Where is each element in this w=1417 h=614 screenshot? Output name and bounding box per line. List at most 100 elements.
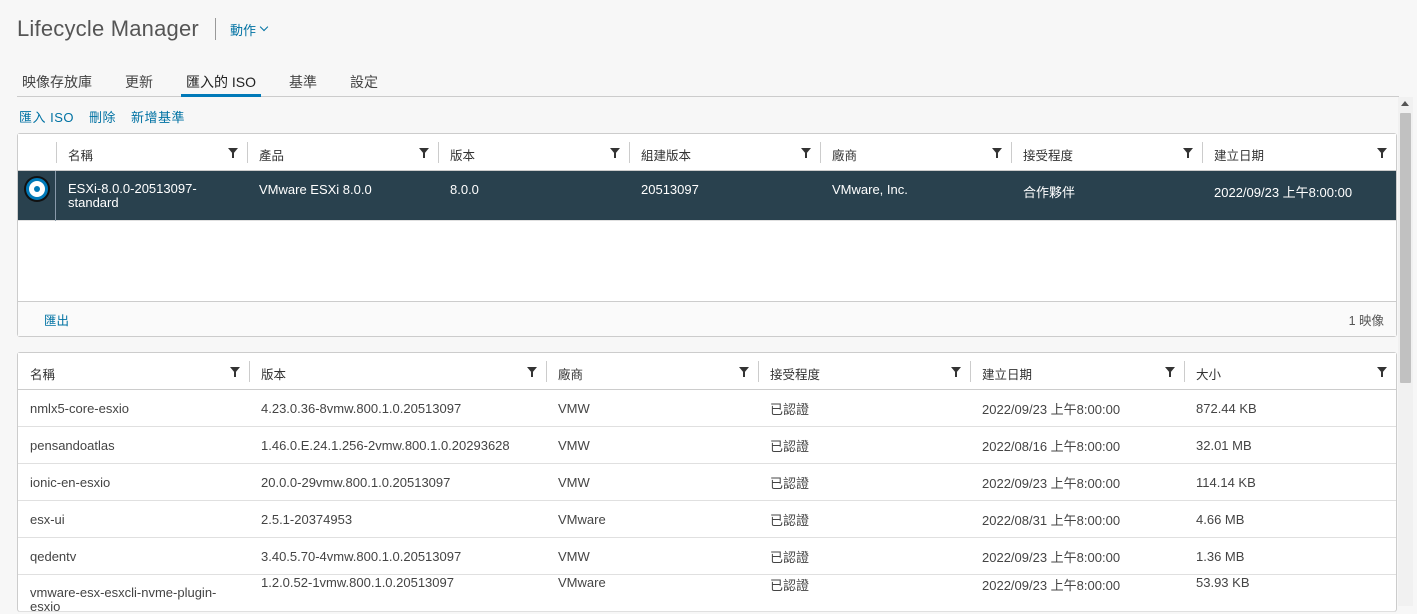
iso-created-cell: 2022/09/23 上午8:00:00 bbox=[1214, 185, 1353, 200]
filter-icon[interactable] bbox=[527, 367, 537, 377]
column-header-acceptance[interactable]: 接受程度 bbox=[1011, 134, 1202, 170]
component-created-cell: 2022/08/16 上午8:00:00 bbox=[982, 438, 1121, 454]
component-version-cell: 1.2.0.52-1vmw.800.1.0.20513097 bbox=[261, 575, 454, 590]
iso-vendor-cell: VMware, Inc. bbox=[832, 182, 908, 197]
iso-version-cell: 8.0.0 bbox=[450, 182, 479, 197]
filter-icon[interactable] bbox=[230, 367, 240, 377]
component-acceptance-cell: 已認證 bbox=[770, 578, 810, 593]
item-count: 1 映像 bbox=[1348, 313, 1384, 328]
iso-build-cell: 20513097 bbox=[641, 182, 699, 197]
actions-menu-button[interactable]: 動作 bbox=[229, 20, 269, 39]
tab-imported-iso[interactable]: 匯入的 ISO bbox=[181, 64, 262, 97]
column-header-created[interactable]: 建立日期 bbox=[970, 353, 1184, 389]
component-name-cell: qedentv bbox=[30, 548, 77, 564]
page-scrollbar[interactable] bbox=[1398, 97, 1413, 606]
select-column-header bbox=[18, 134, 56, 170]
tab-bar: 映像存放庫 更新 匯入的 ISO 基準 設定 bbox=[17, 64, 1399, 97]
row-select-radio[interactable] bbox=[18, 171, 56, 221]
component-created-cell: 2022/09/23 上午8:00:00 bbox=[982, 401, 1121, 417]
component-name-cell: ionic-en-esxio bbox=[30, 474, 111, 490]
table-row[interactable]: vmware-esx-esxcli-nvme-plugin-esxio 1.2.… bbox=[18, 575, 1396, 614]
component-name-cell: pensandoatlas bbox=[30, 437, 115, 453]
iso-datagrid: 名稱 產品 版本 組建版本 廠商 接受程度 建立日期 ESXi-8.0.0-20… bbox=[17, 133, 1397, 337]
component-acceptance-cell: 已認證 bbox=[770, 512, 810, 528]
iso-grid-header: 名稱 產品 版本 組建版本 廠商 接受程度 建立日期 bbox=[18, 134, 1396, 171]
filter-icon[interactable] bbox=[610, 148, 620, 158]
scroll-up-arrow-icon[interactable] bbox=[1401, 101, 1409, 106]
filter-icon[interactable] bbox=[951, 367, 961, 377]
iso-product-cell: VMware ESXi 8.0.0 bbox=[259, 182, 372, 197]
actions-menu-label: 動作 bbox=[229, 22, 256, 38]
table-row[interactable]: qedentv 3.40.5.70-4vmw.800.1.0.20513097 … bbox=[18, 538, 1396, 575]
component-name-cell: esx-ui bbox=[30, 511, 65, 527]
filter-icon[interactable] bbox=[1183, 148, 1193, 158]
tab-updates[interactable]: 更新 bbox=[120, 64, 158, 97]
tab-baselines[interactable]: 基準 bbox=[284, 64, 322, 97]
column-header-build[interactable]: 組建版本 bbox=[629, 134, 820, 170]
filter-icon[interactable] bbox=[419, 148, 429, 158]
components-datagrid: 名稱 版本 廠商 接受程度 建立日期 大小 nmlx5-core-esxio 4… bbox=[17, 352, 1397, 614]
component-version-cell: 3.40.5.70-4vmw.800.1.0.20513097 bbox=[261, 548, 462, 564]
radio-selected-icon[interactable] bbox=[25, 178, 48, 200]
component-vendor-cell: VMW bbox=[558, 400, 590, 416]
filter-icon[interactable] bbox=[992, 148, 1002, 158]
column-header-product[interactable]: 產品 bbox=[247, 134, 438, 170]
column-header-acceptance[interactable]: 接受程度 bbox=[758, 353, 970, 389]
component-vendor-cell: VMware bbox=[558, 575, 606, 590]
iso-table-row-selected[interactable]: ESXi-8.0.0-20513097- standard VMware ESX… bbox=[18, 171, 1396, 221]
column-header-vendor[interactable]: 廠商 bbox=[820, 134, 1011, 170]
component-created-cell: 2022/09/23 上午8:00:00 bbox=[982, 578, 1121, 593]
component-vendor-cell: VMware bbox=[558, 511, 606, 527]
column-header-name[interactable]: 名稱 bbox=[18, 353, 249, 389]
column-header-created[interactable]: 建立日期 bbox=[1202, 134, 1396, 170]
tab-settings[interactable]: 設定 bbox=[345, 64, 383, 97]
component-version-cell: 1.46.0.E.24.1.256-2vmw.800.1.0.20293628 bbox=[261, 437, 510, 453]
column-header-vendor[interactable]: 廠商 bbox=[546, 353, 758, 389]
iso-acceptance-cell: 合作夥伴 bbox=[1023, 185, 1076, 200]
iso-grid-footer: 匯出 1 映像 bbox=[18, 301, 1396, 336]
import-iso-button[interactable]: 匯入 ISO bbox=[19, 107, 74, 126]
column-header-version[interactable]: 版本 bbox=[249, 353, 546, 389]
tab-image-depot[interactable]: 映像存放庫 bbox=[17, 64, 97, 97]
component-acceptance-cell: 已認證 bbox=[770, 438, 810, 454]
filter-icon[interactable] bbox=[801, 148, 811, 158]
export-button[interactable]: 匯出 bbox=[44, 310, 69, 329]
component-size-cell: 53.93 KB bbox=[1196, 575, 1250, 590]
component-acceptance-cell: 已認證 bbox=[770, 549, 810, 565]
component-size-cell: 4.66 MB bbox=[1196, 511, 1245, 527]
table-row[interactable]: ionic-en-esxio 20.0.0-29vmw.800.1.0.2051… bbox=[18, 464, 1396, 501]
column-header-version[interactable]: 版本 bbox=[438, 134, 629, 170]
component-created-cell: 2022/09/23 上午8:00:00 bbox=[982, 475, 1121, 491]
component-size-cell: 1.36 MB bbox=[1196, 548, 1245, 564]
table-row[interactable]: nmlx5-core-esxio 4.23.0.36-8vmw.800.1.0.… bbox=[18, 390, 1396, 427]
component-vendor-cell: VMW bbox=[558, 548, 590, 564]
component-acceptance-cell: 已認證 bbox=[770, 401, 810, 417]
filter-icon[interactable] bbox=[739, 367, 749, 377]
column-header-name[interactable]: 名稱 bbox=[56, 134, 247, 170]
component-size-cell: 114.14 KB bbox=[1196, 474, 1256, 490]
components-grid-header: 名稱 版本 廠商 接受程度 建立日期 大小 bbox=[18, 353, 1396, 390]
table-row[interactable]: esx-ui 2.5.1-20374953 VMware 已認證 2022/08… bbox=[18, 501, 1396, 538]
title-divider bbox=[214, 18, 216, 40]
page-title: Lifecycle Manager bbox=[17, 16, 199, 41]
component-acceptance-cell: 已認證 bbox=[770, 475, 810, 491]
scrollbar-thumb[interactable] bbox=[1400, 113, 1411, 383]
filter-icon[interactable] bbox=[1165, 367, 1175, 377]
page-header: Lifecycle Manager 動作 bbox=[17, 14, 269, 44]
filter-icon[interactable] bbox=[228, 148, 238, 158]
component-version-cell: 4.23.0.36-8vmw.800.1.0.20513097 bbox=[261, 400, 462, 416]
component-vendor-cell: VMW bbox=[558, 474, 590, 490]
iso-toolbar: 匯入 ISO 刪除 新增基準 bbox=[19, 107, 185, 126]
table-row[interactable]: pensandoatlas 1.46.0.E.24.1.256-2vmw.800… bbox=[18, 427, 1396, 464]
chevron-down-icon bbox=[259, 22, 269, 32]
component-name-cell: nmlx5-core-esxio bbox=[30, 400, 129, 416]
component-size-cell: 872.44 KB bbox=[1196, 400, 1257, 416]
filter-icon[interactable] bbox=[1377, 148, 1387, 158]
component-version-cell: 2.5.1-20374953 bbox=[261, 511, 353, 527]
filter-icon[interactable] bbox=[1377, 367, 1387, 377]
component-vendor-cell: VMW bbox=[558, 437, 590, 453]
new-baseline-button[interactable]: 新增基準 bbox=[131, 107, 185, 126]
delete-button[interactable]: 刪除 bbox=[89, 107, 116, 126]
component-name-cell: vmware-esx-esxcli-nvme-plugin-esxio bbox=[30, 585, 217, 614]
column-header-size[interactable]: 大小 bbox=[1184, 353, 1396, 389]
